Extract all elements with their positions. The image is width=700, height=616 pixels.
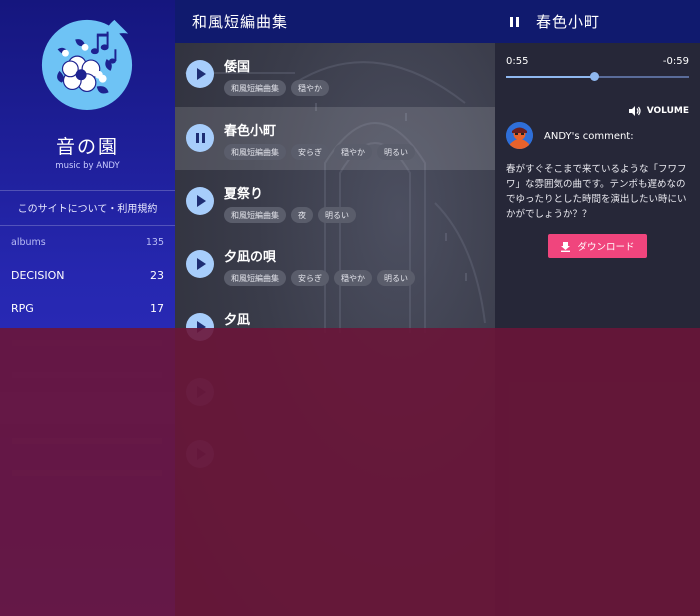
play-button[interactable] xyxy=(186,187,214,215)
pause-button[interactable] xyxy=(186,124,214,152)
volume-label: VOLUME xyxy=(646,106,689,116)
tag[interactable]: 和風短編曲集 xyxy=(224,80,286,96)
albums-header-label: albums xyxy=(11,236,46,248)
play-icon xyxy=(196,195,206,207)
modal-overlay[interactable] xyxy=(0,328,700,616)
track-tags: 和風短編曲集 穏やか xyxy=(224,80,329,96)
tag[interactable]: 明るい xyxy=(377,144,415,160)
comment-text: 春がすぐそこまで来ているような「フワフワ」な雰囲気の曲です。テンポも遅めなのでゆ… xyxy=(506,164,687,220)
volume-icon xyxy=(628,106,641,116)
seek-bar[interactable] xyxy=(506,72,689,81)
albums-header-count: 135 xyxy=(145,236,164,248)
pause-icon[interactable] xyxy=(510,16,519,27)
site-subtitle: music by ANDY xyxy=(55,161,120,171)
track-item-yunagi-no-uta[interactable]: 夕凪の唄 和風短編曲集 安らぎ 穏やか 明るい xyxy=(175,233,495,296)
volume-control[interactable]: VOLUME xyxy=(628,105,689,117)
play-button[interactable] xyxy=(186,60,214,88)
sidebar-item-count: 23 xyxy=(150,268,164,282)
tag[interactable]: 夜 xyxy=(291,207,313,223)
track-title: 夕凪 xyxy=(224,313,251,328)
sidebar-item-label: RPG xyxy=(11,301,34,315)
sidebar-item-rpg[interactable]: RPG 17 xyxy=(0,292,175,324)
time-current: 0:55 xyxy=(506,56,529,67)
play-icon xyxy=(196,258,206,270)
tag[interactable]: 穏やか xyxy=(334,144,372,160)
sidebar-item-label: DECISION xyxy=(11,268,65,282)
track-item-natsumatsuri[interactable]: 夏祭り 和風短編曲集 夜 明るい xyxy=(175,170,495,233)
tag[interactable]: 穏やか xyxy=(334,270,372,286)
tag[interactable]: 安らぎ xyxy=(291,270,329,286)
avatar xyxy=(506,122,533,149)
download-icon xyxy=(561,241,571,252)
track-tags: 和風短編曲集 安らぎ 穏やか 明るい xyxy=(224,144,415,160)
download-label: ダウンロード xyxy=(577,242,635,253)
seek-bar-fill xyxy=(506,76,594,78)
commenter-name: ANDY's comment: xyxy=(544,131,634,142)
tag[interactable]: 明るい xyxy=(318,207,356,223)
tag[interactable]: 明るい xyxy=(377,270,415,286)
track-tags: 和風短編曲集 安らぎ 穏やか 明るい xyxy=(224,270,415,286)
track-title: 春色小町 xyxy=(224,124,277,139)
tag[interactable]: 安らぎ xyxy=(291,144,329,160)
tag[interactable]: 和風短編曲集 xyxy=(224,270,286,286)
track-title: 夏祭り xyxy=(224,187,264,202)
app-root: 音の園 music by ANDY このサイトについて・利用規約 albums … xyxy=(0,0,700,616)
sidebar-item-count: 17 xyxy=(150,301,164,315)
about-terms-link[interactable]: このサイトについて・利用規約 xyxy=(0,200,175,215)
sidebar-item-decision[interactable]: DECISION 23 xyxy=(0,259,175,291)
pause-icon xyxy=(195,133,205,143)
track-item-harukomachi[interactable]: 春色小町 和風短編曲集 安らぎ 穏やか 明るい xyxy=(175,107,495,170)
track-tags: 和風短編曲集 夜 明るい xyxy=(224,207,356,223)
now-playing-title: 春色小町 xyxy=(536,13,601,31)
albums-header: albums 135 xyxy=(0,226,175,258)
flower-music-logo xyxy=(41,19,133,111)
site-title: 音の園 xyxy=(55,136,119,158)
track-title: 倭国 xyxy=(224,60,251,75)
album-title: 和風短編曲集 xyxy=(175,0,495,43)
player-header: 春色小町 xyxy=(495,0,700,43)
download-button[interactable]: ダウンロード xyxy=(548,234,647,258)
sidebar-divider xyxy=(0,190,175,191)
tag[interactable]: 和風短編曲集 xyxy=(224,207,286,223)
seek-bar-knob[interactable] xyxy=(589,72,599,81)
tag[interactable]: 穏やか xyxy=(291,80,329,96)
track-title: 夕凪の唄 xyxy=(224,250,277,265)
track-item-wakoku[interactable]: 倭国 和風短編曲集 穏やか xyxy=(175,43,495,106)
play-button[interactable] xyxy=(186,250,214,278)
time-remaining: -0:59 xyxy=(662,56,689,67)
tag[interactable]: 和風短編曲集 xyxy=(224,144,286,160)
play-icon xyxy=(196,68,206,80)
